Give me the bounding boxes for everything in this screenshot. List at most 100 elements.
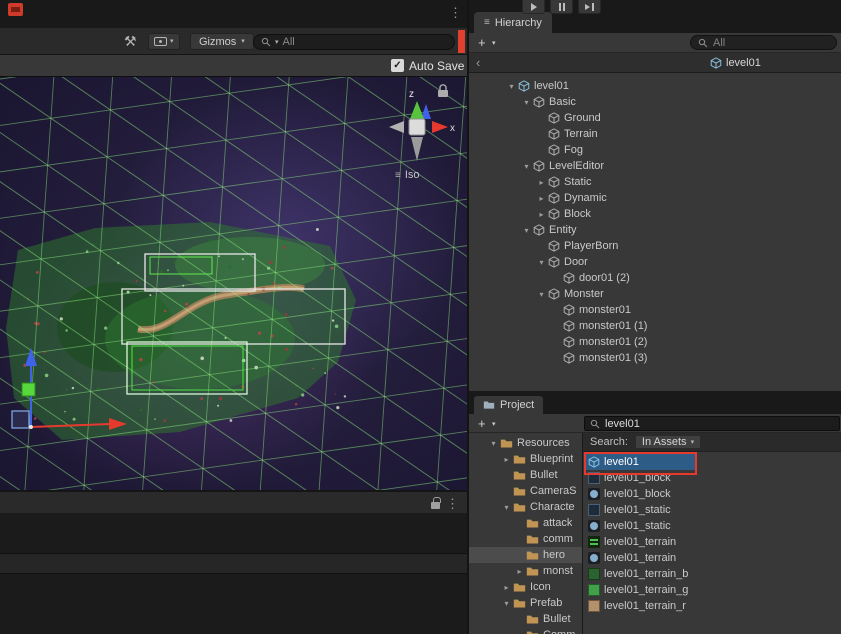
folder-row[interactable]: Icon: [469, 579, 582, 595]
tools-icon[interactable]: ⚒: [124, 33, 137, 50]
tree-row[interactable]: level01: [469, 78, 841, 94]
expand-arrow-icon[interactable]: [520, 226, 533, 235]
unity-editor-window: ⋮ ⚒ ▾ Gizmos ▾ ▾ All ✓ Auto Save: [0, 0, 841, 634]
folder-row[interactable]: hero: [469, 547, 582, 563]
folder-row[interactable]: Characte: [469, 499, 582, 515]
asset-row[interactable]: level01_terrain: [583, 550, 841, 566]
folder-label: Bullet: [543, 613, 571, 625]
tree-row[interactable]: Block: [469, 206, 841, 222]
folder-row[interactable]: Blueprint: [469, 451, 582, 467]
chevron-down-icon[interactable]: ▾: [492, 420, 496, 428]
tree-row[interactable]: monster01 (2): [469, 334, 841, 350]
tree-row[interactable]: Ground: [469, 110, 841, 126]
tree-row[interactable]: monster01 (3): [469, 350, 841, 366]
tree-row[interactable]: monster01 (1): [469, 318, 841, 334]
tree-row-label: Fog: [564, 144, 583, 156]
asset-row[interactable]: level01_block: [583, 470, 841, 486]
tree-row-label: LevelEditor: [549, 160, 604, 172]
back-arrow-icon[interactable]: ‹: [476, 55, 480, 70]
tab-hierarchy[interactable]: ≡ Hierarchy: [474, 12, 552, 33]
projection-toggle[interactable]: ≡ Iso: [395, 169, 420, 181]
expand-arrow-icon[interactable]: [535, 210, 548, 219]
folder-label: attack: [543, 517, 572, 529]
cube-icon: [548, 128, 560, 140]
expand-arrow-icon[interactable]: [520, 162, 533, 171]
tree-row[interactable]: Monster: [469, 286, 841, 302]
add-asset-button[interactable]: +: [478, 416, 486, 431]
play-button[interactable]: [522, 0, 545, 14]
asset-row[interactable]: level01_static: [583, 518, 841, 534]
asset-row[interactable]: level01_block: [583, 486, 841, 502]
scene-search-field[interactable]: ▾ All: [253, 34, 455, 50]
expand-arrow-icon[interactable]: [535, 194, 548, 203]
folder-row[interactable]: comm: [469, 531, 582, 547]
asset-icon: [588, 520, 600, 532]
folder-row[interactable]: Comm: [469, 627, 582, 634]
tree-row[interactable]: monster01: [469, 302, 841, 318]
hierarchy-search-field[interactable]: All: [690, 35, 837, 50]
asset-row[interactable]: level01_terrain_r: [583, 598, 841, 614]
expand-arrow-icon[interactable]: [520, 98, 533, 107]
step-button[interactable]: [578, 0, 601, 14]
camera-view-dropdown[interactable]: ▾: [148, 33, 180, 50]
tree-row[interactable]: Fog: [469, 142, 841, 158]
expand-arrow-icon[interactable]: [535, 178, 548, 187]
chevron-down-icon[interactable]: ▾: [492, 39, 496, 47]
folder-row[interactable]: Bullet: [469, 611, 582, 627]
auto-save-checkbox[interactable]: ✓: [391, 59, 404, 72]
cube-icon: [548, 192, 560, 204]
pause-button[interactable]: [550, 0, 573, 14]
asset-row[interactable]: level01: [583, 454, 841, 470]
expand-arrow-icon[interactable]: [513, 567, 526, 576]
asset-row[interactable]: level01_terrain: [583, 534, 841, 550]
folder-row[interactable]: monst: [469, 563, 582, 579]
expand-arrow-icon[interactable]: [500, 599, 513, 608]
folder-label: Blueprint: [530, 453, 573, 465]
add-object-button[interactable]: +: [478, 35, 486, 50]
tree-row[interactable]: door01 (2): [469, 270, 841, 286]
orientation-gizmo[interactable]: z x: [389, 89, 455, 161]
expand-arrow-icon[interactable]: [505, 82, 518, 91]
tree-row[interactable]: Terrain: [469, 126, 841, 142]
folder-row[interactable]: attack: [469, 515, 582, 531]
cube-icon: [548, 208, 560, 220]
iso-menu-icon: ≡: [395, 170, 401, 181]
step-icon: [592, 3, 594, 11]
tree-row[interactable]: Static: [469, 174, 841, 190]
expand-arrow-icon[interactable]: [500, 455, 513, 464]
more-options-icon[interactable]: ⋮: [446, 496, 459, 512]
breadcrumb[interactable]: level01: [710, 53, 761, 72]
gizmos-dropdown[interactable]: Gizmos ▾: [190, 33, 254, 50]
scene-canvas[interactable]: z x: [0, 77, 467, 490]
tree-row[interactable]: Basic: [469, 94, 841, 110]
tree-row[interactable]: Dynamic: [469, 190, 841, 206]
expand-arrow-icon[interactable]: [535, 290, 548, 299]
project-search-field[interactable]: level01: [584, 416, 840, 431]
lock-icon[interactable]: [431, 502, 440, 509]
folder-icon: [513, 486, 526, 497]
expand-arrow-icon[interactable]: [535, 258, 548, 267]
scene-view[interactable]: z x ≡ Iso: [0, 77, 467, 490]
folder-row[interactable]: Bullet: [469, 467, 582, 483]
folder-row[interactable]: Resources: [469, 435, 582, 451]
tab-project[interactable]: Project: [474, 396, 543, 414]
tree-row[interactable]: PlayerBorn: [469, 238, 841, 254]
search-scope-dropdown[interactable]: In Assets ▾: [635, 435, 701, 449]
red-marker: [458, 30, 465, 53]
asset-row[interactable]: level01_terrain_g: [583, 582, 841, 598]
asset-row[interactable]: level01_terrain_b: [583, 566, 841, 582]
expand-arrow-icon[interactable]: [500, 503, 513, 512]
expand-arrow-icon[interactable]: [487, 439, 500, 448]
asset-icon: [588, 504, 600, 516]
folder-row[interactable]: CameraS: [469, 483, 582, 499]
playback-controls: [522, 0, 601, 14]
tree-row[interactable]: Entity: [469, 222, 841, 238]
more-options-icon[interactable]: ⋮: [449, 5, 462, 21]
folder-row[interactable]: Prefab: [469, 595, 582, 611]
tree-row[interactable]: LevelEditor: [469, 158, 841, 174]
tree-row[interactable]: Door: [469, 254, 841, 270]
view-lock-icon[interactable]: [438, 85, 448, 97]
expand-arrow-icon[interactable]: [500, 583, 513, 592]
asset-label: level01: [604, 456, 639, 468]
asset-row[interactable]: level01_static: [583, 502, 841, 518]
